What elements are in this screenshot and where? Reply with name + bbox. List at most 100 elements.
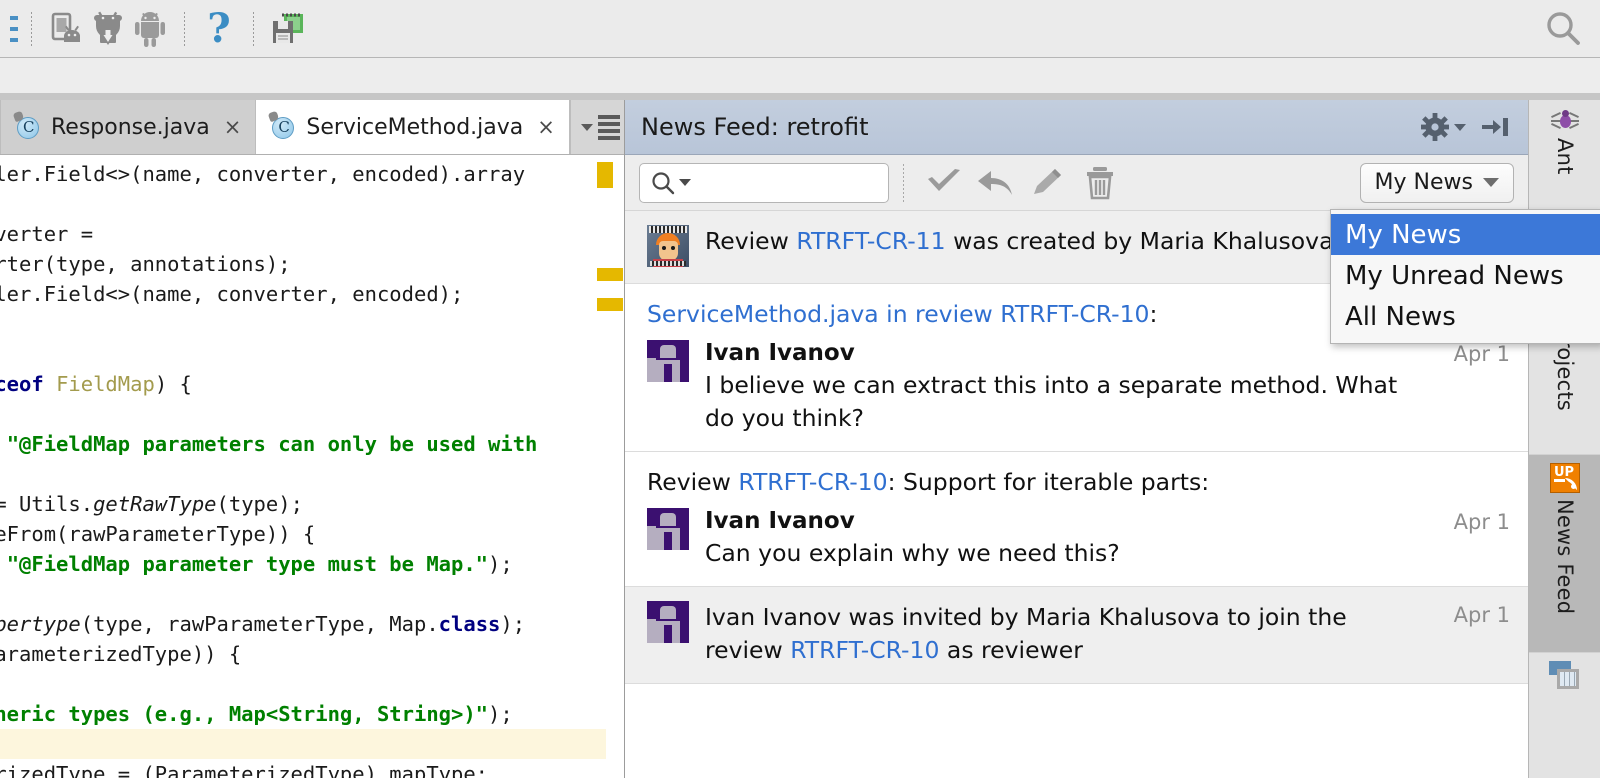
tool-button-news-feed[interactable]: UP News Feed [1529, 455, 1600, 653]
feed-item-date: Apr 1 [1453, 603, 1510, 627]
editor-tab-response-java[interactable]: C Response.java × [1, 100, 257, 154]
code-token: (type); [216, 492, 303, 516]
code-token: "@FieldMap parameter type must be Map." [6, 552, 489, 576]
code-token: getRawType [93, 492, 217, 516]
chevron-down-icon [1483, 178, 1499, 187]
code-line: erizedType = (ParameterizedType) mapType… [0, 759, 606, 778]
code-line: nceof FieldMap) { [0, 369, 606, 399]
edit-icon[interactable] [1022, 161, 1074, 205]
code-token: dler.Field<>(name, converter, encoded); [0, 282, 464, 306]
code-line: dler.Field<>(name, converter, encoded); [0, 279, 606, 309]
reply-icon[interactable] [970, 161, 1022, 205]
tool-button-label: Ant [1553, 138, 1577, 175]
selection-highlight [597, 162, 613, 188]
news-feed-toolbar: My News [625, 155, 1528, 211]
code-line: erter(type, annotations); [0, 249, 606, 279]
news-feed-header: News Feed: retrofit [625, 100, 1528, 155]
news-filter-button[interactable]: My News [1359, 162, 1514, 203]
feed-item-text: Ivan Ivanov was invited by Maria Khaluso… [705, 601, 1420, 667]
chevron-down-icon [1454, 123, 1466, 131]
code-editor[interactable]: dler.Field<>(name, converter, encoded).a… [0, 155, 624, 778]
text-run: Review [647, 468, 739, 496]
code-line: eneric types (e.g., Map<String, String>)… [0, 699, 606, 729]
code-token: ParameterizedType)) { [0, 642, 242, 666]
news-filter-menu[interactable]: My News My Unread News All News [1330, 209, 1600, 344]
review-link[interactable]: RTRFT-CR-10 [790, 636, 939, 664]
code-line: leFrom(rawParameterType)) { [0, 519, 606, 549]
close-icon[interactable]: × [224, 115, 242, 139]
hide-panel-button[interactable] [1474, 116, 1516, 138]
tool-button-ant[interactable]: Ant [1529, 100, 1600, 225]
news-feed-item[interactable]: Review RTRFT-CR-10: Support for iterable… [625, 452, 1528, 587]
upsource-rss-icon: UP [1550, 463, 1580, 493]
sdk-manager-icon[interactable] [87, 8, 129, 50]
code-token: leFrom(rawParameterType)) { [0, 522, 316, 546]
help-icon[interactable]: ? [198, 8, 240, 50]
run-config-strip-icon[interactable] [10, 15, 18, 42]
chevron-down-icon [580, 123, 593, 131]
news-feed-item[interactable]: Ivan Ivanov was invited by Maria Khaluso… [625, 587, 1528, 684]
save-all-icon[interactable] [267, 8, 309, 50]
code-token: FieldMap [56, 372, 155, 396]
review-link[interactable]: RTRFT-CR-11 [796, 227, 945, 255]
feed-item-comment: Ivan Ivanov I believe we can extract this… [705, 340, 1420, 435]
feed-item-body: Ivan Ivanov I believe we can extract this… [647, 340, 1510, 435]
main-toolbar: ? [0, 0, 1600, 58]
search-icon[interactable] [1542, 8, 1584, 50]
gutter-change-mark [597, 268, 623, 281]
settings-button[interactable] [1413, 113, 1474, 141]
search-icon [652, 171, 675, 194]
news-filter-label: My News [1374, 170, 1473, 195]
code-token: "@FieldMap parameters can only be used w… [6, 432, 550, 456]
panel-title: News Feed: retrofit [641, 113, 869, 141]
editor-tab-servicemethod-java[interactable]: C ServiceMethod.java × [256, 100, 570, 154]
code-line: dler.Field<>(name, converter, encoded).a… [0, 159, 606, 189]
code-token: dler.Field<>(name, converter, encoded).a… [0, 162, 526, 186]
code-token: upertype [0, 612, 81, 636]
help-icon-glyph: ? [207, 4, 231, 52]
code-line: ParameterizedType)) { [0, 639, 606, 669]
gear-icon [1421, 113, 1449, 141]
code-content: dler.Field<>(name, converter, encoded).a… [0, 155, 606, 778]
text-run: : [1149, 300, 1158, 328]
code-token: = Utils. [0, 492, 94, 516]
toolbar-separator [31, 11, 32, 46]
code-token: class [438, 612, 501, 636]
feed-item-row: Ivan Ivanov was invited by Maria Khaluso… [647, 601, 1510, 667]
mark-as-read-icon[interactable] [918, 161, 970, 205]
robot-avatar [647, 508, 689, 550]
toolbar-separator [903, 163, 904, 202]
android-device-monitor-icon[interactable] [129, 8, 171, 50]
news-filter-menu-item[interactable]: All News [1331, 296, 1600, 337]
chevron-down-icon [679, 179, 691, 186]
review-link[interactable]: RTRFT-CR-10 [738, 468, 887, 496]
text-run: Review [705, 227, 797, 255]
news-filter-menu-item[interactable]: My News [1331, 214, 1600, 255]
text-run: as reviewer [939, 636, 1083, 664]
code-token: ); [488, 552, 513, 576]
feed-item-date: Apr 1 [1453, 510, 1510, 534]
editor-scroll-divider [0, 93, 1600, 100]
tab-list-icon [597, 114, 620, 140]
right-tool-strip: Ant Maven Projects UP News Feed [1528, 100, 1600, 778]
search-input[interactable] [639, 162, 889, 203]
tool-button-database[interactable] [1529, 653, 1600, 707]
tool-button-label: News Feed [1553, 499, 1577, 615]
code-token: nverter = [0, 222, 94, 246]
feed-item-comment: Ivan Ivanov Can you explain why we need t… [705, 508, 1420, 570]
close-icon[interactable]: × [537, 115, 555, 139]
news-filter-menu-item[interactable]: My Unread News [1331, 255, 1600, 296]
robot-avatar [647, 601, 689, 643]
avd-manager-icon[interactable] [45, 8, 87, 50]
code-token: (type, rawParameterType, Map. [80, 612, 439, 636]
code-line [0, 729, 606, 759]
delete-icon[interactable] [1074, 161, 1126, 205]
code-token: ); [500, 612, 526, 636]
feed-item-message: I believe we can extract this into a sep… [705, 371, 1398, 432]
code-token: eneric types (e.g., Map<String, String>)… [0, 702, 489, 726]
review-link[interactable]: ServiceMethod.java in review RTRFT-CR-10 [647, 300, 1150, 328]
code-token: ); [488, 702, 513, 726]
